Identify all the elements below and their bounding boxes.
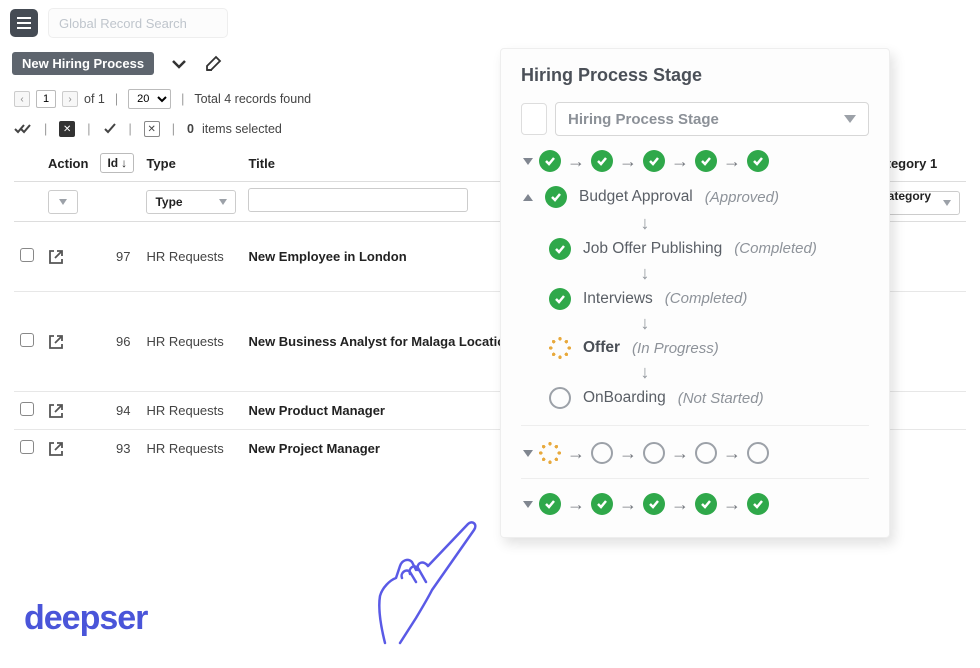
edit-icon[interactable] (204, 55, 222, 73)
check-circle-icon (545, 186, 567, 208)
deselect-all-icon[interactable]: ✕ (59, 121, 75, 137)
open-record-icon[interactable] (48, 334, 88, 350)
global-search-input[interactable]: Global Record Search (48, 8, 228, 38)
check-circle-icon (549, 238, 571, 260)
col-action: Action (42, 147, 94, 182)
search-placeholder: Global Record Search (59, 16, 187, 31)
row-type: HR Requests (140, 292, 242, 392)
stage-detail-expanded: Budget Approval (Approved) ↓ Job Offer P… (521, 186, 869, 426)
collapse-toggle-icon[interactable] (523, 450, 533, 457)
row-checkbox[interactable] (20, 248, 34, 262)
chevron-down-icon[interactable] (170, 58, 188, 70)
page-next-button[interactable]: › (62, 91, 78, 107)
dropdown-caret-icon (844, 115, 856, 123)
hiring-stage-panel: Hiring Process Stage Hiring Process Stag… (500, 48, 890, 538)
page-prev-button[interactable]: ‹ (14, 91, 30, 107)
action-filter-dropdown[interactable] (48, 190, 78, 214)
stage-summary-row-3: → → → → (521, 493, 869, 515)
stage-summary-row-1: → → → → (521, 150, 869, 172)
total-records-label: Total 4 records found (194, 92, 311, 106)
page-title-pill: New Hiring Process (12, 52, 154, 75)
title-filter-input[interactable] (248, 188, 468, 212)
row-checkbox[interactable] (20, 333, 34, 347)
stage-dropdown[interactable]: Hiring Process Stage (555, 102, 869, 136)
selected-count: 0 (187, 122, 194, 136)
stage-summary-row-2: → → → → (521, 442, 869, 479)
page-number-input[interactable] (36, 90, 56, 108)
open-record-icon[interactable] (48, 403, 88, 419)
progress-circle-icon (549, 337, 571, 359)
col-id-sort[interactable]: Id↓ (100, 153, 134, 173)
page-of-label: of 1 (84, 92, 105, 106)
check-circle-icon (549, 288, 571, 310)
type-filter-dropdown[interactable]: Type (146, 190, 236, 214)
row-id: 93 (94, 430, 140, 468)
hamburger-menu-button[interactable] (10, 9, 38, 37)
collapse-toggle-icon[interactable] (523, 158, 533, 165)
pagination-separator-2: | (177, 92, 188, 106)
expand-toggle-icon[interactable] (523, 194, 533, 201)
page-size-select[interactable]: 20 (128, 89, 171, 109)
row-checkbox[interactable] (20, 440, 34, 454)
brand-logo: deepser (24, 599, 147, 638)
empty-circle-icon (549, 387, 571, 409)
col-type: Type (140, 147, 242, 182)
panel-side-box[interactable] (521, 103, 547, 135)
selected-label: items selected (202, 122, 282, 136)
arrow-down-icon: ↓ (421, 214, 869, 234)
open-record-icon[interactable] (48, 249, 88, 265)
open-record-icon[interactable] (48, 441, 88, 457)
row-type: HR Requests (140, 222, 242, 292)
row-checkbox[interactable] (20, 402, 34, 416)
collapse-toggle-icon[interactable] (523, 501, 533, 508)
single-check-icon[interactable] (103, 123, 117, 135)
row-id: 96 (94, 292, 140, 392)
row-type: HR Requests (140, 392, 242, 430)
panel-heading: Hiring Process Stage (521, 65, 869, 86)
select-all-icon[interactable] (14, 122, 32, 136)
pointing-hand-illustration (350, 518, 480, 648)
row-id: 94 (94, 392, 140, 430)
row-id: 97 (94, 222, 140, 292)
row-type: HR Requests (140, 430, 242, 468)
pagination-separator: | (111, 92, 122, 106)
clear-selection-icon[interactable]: ✕ (144, 121, 160, 137)
